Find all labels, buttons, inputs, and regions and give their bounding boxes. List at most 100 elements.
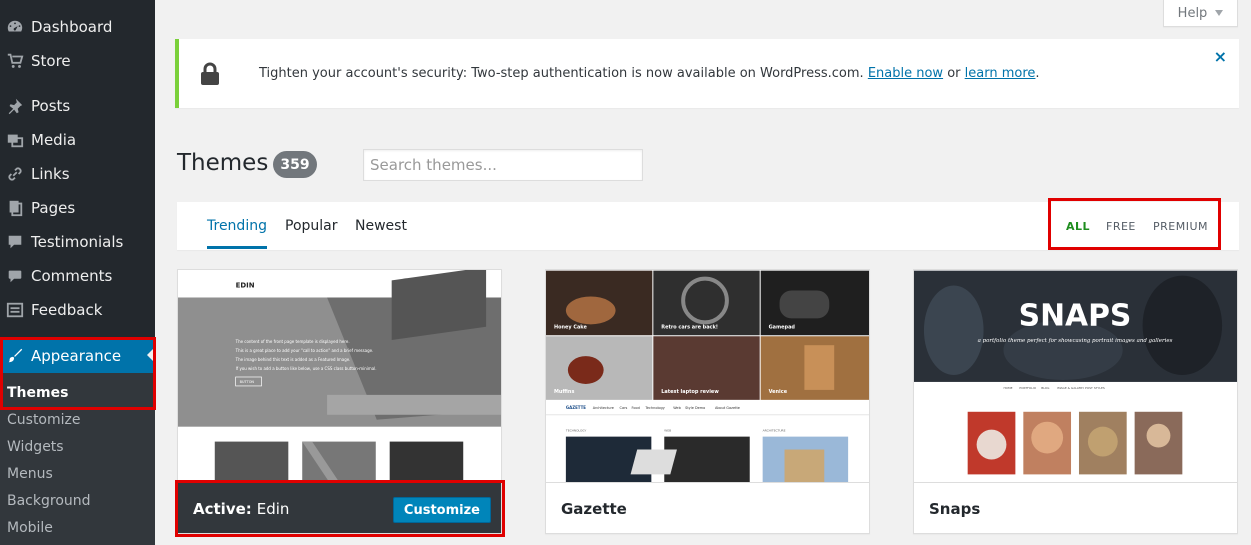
media-icon bbox=[4, 130, 26, 150]
paintbrush-icon bbox=[4, 346, 26, 366]
sidebar-item-label: Pages bbox=[31, 199, 76, 217]
svg-text:Latest laptop review: Latest laptop review bbox=[661, 389, 719, 395]
sidebar-item-label: Testimonials bbox=[31, 233, 124, 251]
submenu-item-menus[interactable]: Menus bbox=[7, 466, 53, 482]
sidebar-item-label: Comments bbox=[31, 267, 113, 285]
svg-text:HOME: HOME bbox=[1003, 386, 1012, 390]
sidebar-item-pages[interactable]: Pages bbox=[0, 192, 155, 224]
theme-name-bar: Gazette bbox=[546, 482, 869, 533]
customize-button[interactable]: Customize bbox=[392, 497, 491, 523]
theme-card-snaps[interactable]: SNAPS a portfolio theme perfect for show… bbox=[913, 269, 1238, 534]
submenu-item-mobile[interactable]: Mobile bbox=[7, 520, 53, 536]
sidebar-item-links[interactable]: Links bbox=[0, 158, 155, 190]
svg-text:Web: Web bbox=[673, 406, 681, 410]
comment-icon bbox=[4, 266, 26, 286]
tab-popular[interactable]: Popular bbox=[285, 202, 338, 250]
sidebar-item-testimonials[interactable]: Testimonials bbox=[0, 226, 155, 258]
svg-text:TECHNOLOGY: TECHNOLOGY bbox=[565, 429, 587, 433]
theme-card-gazette[interactable]: Honey Cake Retro cars are back! Gamepad … bbox=[545, 269, 870, 534]
page-title: Themes bbox=[177, 150, 269, 176]
lock-icon bbox=[201, 62, 219, 85]
dashboard-icon bbox=[4, 17, 26, 37]
svg-text:WEB: WEB bbox=[664, 429, 671, 433]
feedback-icon bbox=[4, 300, 26, 320]
theme-name: Snaps bbox=[929, 500, 981, 518]
theme-active-bar: Active: Edin Customize bbox=[178, 482, 501, 533]
submenu-item-customize[interactable]: Customize bbox=[7, 412, 81, 428]
cart-icon bbox=[4, 51, 26, 71]
pin-icon bbox=[4, 96, 26, 116]
theme-filter-bar: Trending Popular Newest ALL FREE PREMIUM bbox=[177, 202, 1239, 250]
sidebar-item-appearance[interactable]: Appearance bbox=[0, 339, 155, 373]
tab-trending[interactable]: Trending bbox=[207, 202, 267, 249]
svg-text:The content of the front page: The content of the front page template i… bbox=[235, 339, 350, 344]
help-label: Help bbox=[1177, 5, 1208, 21]
price-filter-free[interactable]: FREE bbox=[1106, 202, 1136, 250]
help-button[interactable]: Help bbox=[1163, 0, 1238, 27]
svg-text:Muffins: Muffins bbox=[554, 389, 575, 395]
search-themes-input[interactable] bbox=[363, 149, 643, 181]
submenu-item-themes[interactable]: Themes bbox=[7, 385, 68, 401]
sidebar-item-label: Links bbox=[31, 165, 70, 183]
pages-icon bbox=[4, 198, 26, 218]
sidebar-item-label: Dashboard bbox=[31, 18, 113, 36]
svg-text:BUTTON: BUTTON bbox=[240, 380, 255, 384]
svg-text:Food: Food bbox=[631, 406, 639, 410]
price-filter-premium[interactable]: PREMIUM bbox=[1153, 202, 1208, 250]
svg-text:SNAPS: SNAPS bbox=[1019, 298, 1132, 333]
svg-text:IMAGE & GALLERY POST STYLES: IMAGE & GALLERY POST STYLES bbox=[1057, 386, 1105, 390]
close-icon[interactable]: × bbox=[1214, 47, 1227, 66]
theme-count-badge: 359 bbox=[273, 151, 317, 178]
tab-newest[interactable]: Newest bbox=[355, 202, 407, 250]
sidebar-item-posts[interactable]: Posts bbox=[0, 90, 155, 122]
svg-text:ARCHITECTURE: ARCHITECTURE bbox=[763, 429, 786, 433]
sidebar-item-label: Appearance bbox=[31, 347, 122, 365]
svg-text:Gamepad: Gamepad bbox=[769, 324, 796, 330]
sidebar-item-label: Posts bbox=[31, 97, 71, 115]
submenu-item-widgets[interactable]: Widgets bbox=[7, 439, 64, 455]
sidebar-item-comments[interactable]: Comments bbox=[0, 260, 155, 292]
svg-text:The image behind this text is: The image behind this text is added as a… bbox=[235, 357, 351, 362]
svg-text:If you wish to add a button li: If you wish to add a button like below, … bbox=[236, 366, 377, 371]
svg-text:BLOG: BLOG bbox=[1041, 386, 1050, 390]
theme-screenshot-gazette: Honey Cake Retro cars are back! Gamepad … bbox=[546, 270, 869, 482]
svg-text:Honey Cake: Honey Cake bbox=[554, 324, 588, 330]
price-filter-all[interactable]: ALL bbox=[1066, 202, 1090, 250]
learn-more-link[interactable]: learn more bbox=[965, 66, 1036, 81]
security-notice: Tighten your account's security: Two-ste… bbox=[175, 39, 1239, 108]
svg-text:Cars: Cars bbox=[620, 406, 628, 410]
submenu-item-background[interactable]: Background bbox=[7, 493, 91, 509]
sidebar-item-store[interactable]: Store bbox=[0, 45, 155, 77]
svg-text:Architecture: Architecture bbox=[593, 406, 614, 410]
theme-name: Gazette bbox=[561, 500, 627, 518]
svg-text:Venice: Venice bbox=[769, 389, 788, 395]
theme-card-edin[interactable]: EDIN MENU The content of the front page … bbox=[177, 269, 502, 534]
svg-text:PORTFOLIO: PORTFOLIO bbox=[1019, 386, 1036, 390]
sidebar-item-label: Store bbox=[31, 52, 71, 70]
enable-now-link[interactable]: Enable now bbox=[868, 66, 943, 81]
svg-text:a portfolio theme perfect for: a portfolio theme perfect for showcasing… bbox=[978, 338, 1173, 344]
svg-text:This is a great place to add y: This is a great place to add your "call … bbox=[235, 348, 374, 353]
testimonial-icon bbox=[4, 232, 26, 252]
active-label: Active: bbox=[193, 500, 252, 518]
caret-down-icon bbox=[1215, 10, 1224, 16]
admin-sidebar: Dashboard Store Posts Media Links Pages … bbox=[0, 0, 155, 545]
theme-screenshot-edin: EDIN MENU The content of the front page … bbox=[178, 270, 501, 482]
sidebar-item-media[interactable]: Media bbox=[0, 124, 155, 156]
svg-text:Style Demo: Style Demo bbox=[685, 406, 705, 410]
appearance-submenu: Themes Customize Widgets Menus Backgroun… bbox=[0, 373, 155, 545]
theme-name-bar: Snaps bbox=[914, 482, 1237, 533]
sidebar-item-label: Feedback bbox=[31, 301, 103, 319]
sidebar-item-dashboard[interactable]: Dashboard bbox=[0, 11, 155, 43]
link-icon bbox=[4, 164, 26, 184]
theme-screenshot-snaps: SNAPS a portfolio theme perfect for show… bbox=[914, 270, 1237, 482]
svg-text:About Gazette: About Gazette bbox=[715, 406, 740, 410]
svg-text:Technology: Technology bbox=[644, 406, 664, 410]
notice-text: Tighten your account's security: Two-ste… bbox=[259, 66, 1040, 81]
svg-text:EDIN: EDIN bbox=[236, 282, 255, 290]
active-theme-name: Edin bbox=[256, 500, 290, 518]
svg-text:GAZETTE: GAZETTE bbox=[566, 405, 586, 410]
sidebar-item-feedback[interactable]: Feedback bbox=[0, 294, 155, 326]
active-menu-arrow bbox=[147, 347, 155, 363]
sidebar-item-label: Media bbox=[31, 131, 77, 149]
